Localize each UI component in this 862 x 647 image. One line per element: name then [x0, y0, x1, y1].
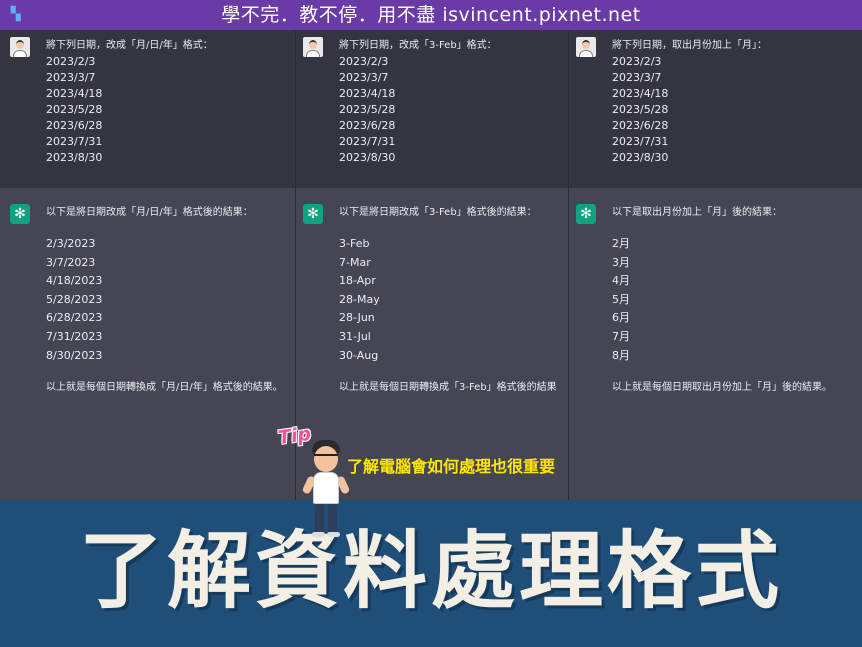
result-line: 6月	[612, 311, 630, 325]
user-message-2: 將下列日期，改成「3-Feb」格式： 2023/2/3 2023/3/7 202…	[339, 38, 497, 166]
date-line: 2023/2/3	[612, 55, 662, 68]
chatgpt-logo-icon: ✻	[303, 204, 323, 224]
result-line: 5月	[612, 292, 630, 306]
date-line: 2023/4/18	[339, 87, 396, 100]
user-avatar	[303, 37, 323, 57]
prompt-text: 將下列日期，取出月份加上「月」：	[612, 40, 767, 51]
date-line: 2023/3/7	[339, 71, 389, 84]
date-line: 2023/7/31	[612, 135, 669, 148]
user-message-3: 將下列日期，取出月份加上「月」： 2023/2/3 2023/3/7 2023/…	[612, 38, 767, 166]
result-line: 8月	[612, 348, 630, 362]
result-line: 2月	[612, 237, 630, 250]
outro-text: 以上就是每個日期取出月份加上「月」後的結果。	[612, 382, 832, 394]
column-divider	[568, 30, 569, 500]
result-line: 18-Apr	[339, 274, 376, 288]
site-banner: ▚ 學不完．教不停．用不盡 isvincent.pixnet.net	[0, 0, 862, 30]
result-line: 6/28/2023	[46, 311, 103, 325]
result-line: 7月	[612, 329, 630, 343]
result-line: 7/31/2023	[46, 329, 103, 343]
cartoon-person-icon	[300, 438, 360, 538]
tip-caption: 了解電腦會如何處理也很重要	[347, 457, 556, 476]
date-line: 2023/5/28	[46, 103, 103, 116]
assistant-message-1: 以下是將日期改成「月/日/年」格式後的結果： 2/3/2023 3/7/2023…	[46, 205, 283, 396]
date-line: 2023/6/28	[46, 119, 103, 132]
date-line: 2023/6/28	[612, 119, 669, 132]
result-line: 28-May	[339, 292, 380, 306]
result-line: 7-Mar	[339, 255, 371, 269]
date-line: 2023/7/31	[339, 135, 396, 148]
date-line: 2023/4/18	[612, 87, 669, 100]
result-line: 4月	[612, 274, 630, 288]
intro-text: 以下是將日期改成「月/日/年」格式後的結果：	[46, 207, 253, 218]
result-line: 5/28/2023	[46, 292, 103, 306]
date-line: 2023/3/7	[612, 71, 662, 84]
corner-icon: ▚	[10, 7, 22, 22]
date-line: 2023/8/30	[612, 151, 669, 164]
date-line: 2023/2/3	[46, 55, 96, 68]
prompt-text: 將下列日期，改成「3-Feb」格式：	[339, 40, 497, 51]
date-line: 2023/8/30	[46, 151, 103, 164]
chatgpt-logo-icon: ✻	[10, 204, 30, 224]
date-line: 2023/5/28	[612, 103, 669, 116]
intro-text: 以下是取出月份加上「月」後的結果：	[612, 207, 782, 218]
prompt-text: 將下列日期，改成「月/日/年」格式：	[46, 40, 213, 51]
date-line: 2023/7/31	[46, 135, 103, 148]
result-line: 3-Feb	[339, 237, 370, 250]
result-line: 2/3/2023	[46, 237, 96, 250]
result-line: 28-Jun	[339, 311, 375, 325]
page-title: 了解資料處理格式	[78, 522, 783, 620]
banner-text: 學不完．教不停．用不盡 isvincent.pixnet.net	[221, 4, 641, 26]
result-line: 4/18/2023	[46, 274, 103, 288]
user-avatar	[10, 37, 30, 57]
intro-text: 以下是將日期改成「3-Feb」格式後的結果：	[339, 207, 537, 218]
outro-text: 以上就是每個日期轉換成「3-Feb」格式後的結果	[339, 382, 557, 394]
date-line: 2023/3/7	[46, 71, 96, 84]
assistant-message-2: 以下是將日期改成「3-Feb」格式後的結果： 3-Feb 7-Mar 18-Ap…	[339, 205, 557, 396]
result-line: 3月	[612, 255, 630, 269]
result-list: 3-Feb 7-Mar 18-Apr 28-May 28-Jun 31-Jul …	[339, 235, 557, 365]
user-avatar	[576, 37, 596, 57]
result-line: 3/7/2023	[46, 255, 96, 269]
date-line: 2023/2/3	[339, 55, 389, 68]
outro-text: 以上就是每個日期轉換成「月/日/年」格式後的結果。	[46, 382, 283, 394]
chatgpt-logo-icon: ✻	[576, 204, 596, 224]
date-line: 2023/4/18	[46, 87, 103, 100]
result-list: 2/3/2023 3/7/2023 4/18/2023 5/28/2023 6/…	[46, 235, 283, 365]
assistant-message-3: 以下是取出月份加上「月」後的結果： 2月 3月 4月 5月 6月 7月 8月 以…	[612, 205, 832, 396]
result-line: 8/30/2023	[46, 348, 103, 362]
date-line: 2023/5/28	[339, 103, 396, 116]
date-line: 2023/8/30	[339, 151, 396, 164]
result-list: 2月 3月 4月 5月 6月 7月 8月	[612, 235, 832, 365]
date-line: 2023/6/28	[339, 119, 396, 132]
user-message-1: 將下列日期，改成「月/日/年」格式： 2023/2/3 2023/3/7 202…	[46, 38, 213, 166]
result-line: 30-Aug	[339, 348, 379, 362]
result-line: 31-Jul	[339, 329, 371, 343]
